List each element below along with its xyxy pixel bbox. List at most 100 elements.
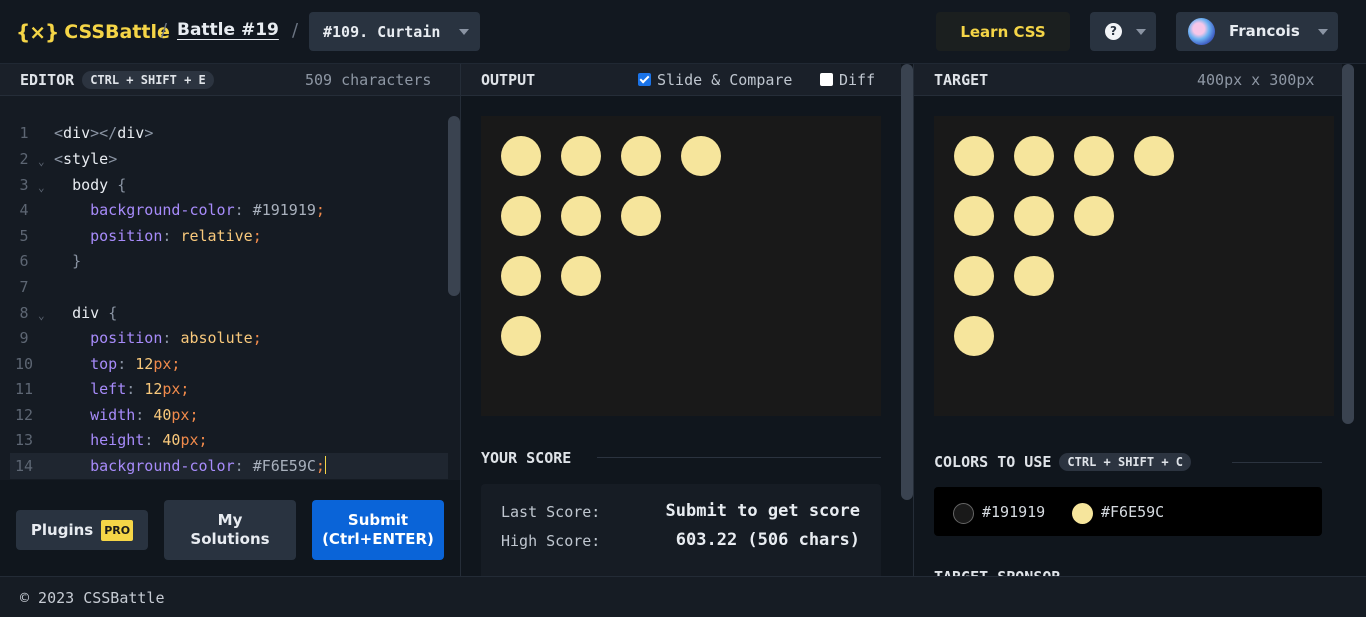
circle	[501, 196, 541, 236]
battle-link[interactable]: Battle #19	[177, 20, 279, 40]
output-panel: YOUR SCORE Last Score: Submit to get sco…	[461, 96, 901, 576]
slide-compare-checkbox[interactable]	[638, 72, 651, 86]
editor-title: EDITOR	[20, 70, 75, 89]
target-canvas	[934, 116, 1334, 416]
line-number: 6	[19, 252, 29, 270]
last-score-value: Submit to get score	[665, 501, 860, 521]
target-select-dropdown[interactable]: #109. Curtain	[309, 12, 480, 51]
circle	[1134, 136, 1174, 176]
circle	[954, 196, 994, 236]
target-title: TARGET	[934, 70, 989, 89]
plugins-label: Plugins	[30, 520, 94, 539]
editor-actions: Plugins PRO My Solutions Submit (Ctrl+EN…	[0, 480, 460, 576]
help-icon: ?	[1105, 23, 1122, 40]
high-score-label: High Score:	[501, 532, 601, 550]
code-line: 11 left: 12px;	[0, 376, 448, 402]
my-solutions-button[interactable]: My Solutions	[164, 500, 296, 560]
color-code[interactable]: #F6E59C	[1101, 503, 1164, 521]
learn-css-button[interactable]: Learn CSS	[936, 12, 1070, 51]
editor-shortcut-badge: CTRL + SHIFT + E	[82, 70, 214, 89]
logo-mark-icon: {⨯}	[16, 20, 59, 44]
line-number: 11	[14, 380, 34, 398]
output-canvas[interactable]	[481, 116, 881, 416]
colors-title: COLORS TO USE CTRL + SHIFT + C	[934, 453, 1191, 471]
color-palette: #191919 #F6E59C	[934, 487, 1322, 536]
circle	[954, 136, 994, 176]
code-line: 8 ⌄ div {	[0, 300, 448, 326]
circle	[501, 256, 541, 296]
copyright: © 2023 CSSBattle	[20, 589, 165, 607]
circle	[561, 256, 601, 296]
target-select-label: #109. Curtain	[323, 22, 441, 41]
last-score-label: Last Score:	[501, 503, 601, 521]
output-title: OUTPUT	[481, 70, 536, 89]
editor-scrollbar[interactable]	[448, 116, 460, 296]
color-code[interactable]: #191919	[982, 503, 1045, 521]
breadcrumb-separator: /	[161, 20, 168, 41]
avatar	[1188, 18, 1215, 45]
circle	[501, 136, 541, 176]
text-cursor	[324, 456, 326, 474]
circle	[501, 316, 541, 356]
code-line-active: 14 background-color: #F6E59C;	[10, 453, 448, 479]
circle	[681, 136, 721, 176]
line-number: 8	[19, 304, 29, 322]
circle	[954, 256, 994, 296]
code-editor[interactable]: 1 <div></div> 2 ⌄ <style> 3 ⌄ body { 4 backg…	[0, 96, 460, 480]
line-number: 12	[14, 406, 34, 424]
top-bar: {⨯} CSSBattle / Battle #19 / #109. Curta…	[0, 0, 1366, 64]
code-line: 9 position: absolute;	[0, 325, 448, 351]
cssbattle-logo[interactable]: {⨯} CSSBattle	[16, 18, 170, 46]
color-swatch[interactable]	[953, 503, 974, 524]
score-panel: Last Score: Submit to get score High Sco…	[481, 484, 881, 576]
code-line: 4 background-color: #191919;	[0, 197, 448, 223]
code-line: 5 position: relative;	[0, 223, 448, 249]
line-number: 2	[19, 150, 29, 168]
submit-button[interactable]: Submit (Ctrl+ENTER)	[312, 500, 444, 560]
divider	[597, 457, 881, 458]
line-number: 3	[19, 176, 29, 194]
plugins-button[interactable]: Plugins PRO	[16, 510, 148, 550]
code-line: 7	[0, 274, 448, 300]
circle	[1074, 196, 1114, 236]
target-size-label: 400px x 300px	[1197, 70, 1315, 89]
target-header: TARGET 400px x 300px	[914, 64, 1342, 96]
circle	[561, 196, 601, 236]
line-number: 10	[14, 355, 34, 373]
line-number: 13	[14, 431, 34, 449]
circle	[1014, 196, 1054, 236]
sponsor-title: TARGET SPONSOR	[934, 568, 1060, 576]
high-score-value: 603.22 (506 chars)	[675, 530, 860, 550]
line-number: 7	[19, 278, 29, 296]
chevron-down-icon	[459, 29, 469, 35]
code-line: 3 ⌄ body {	[0, 172, 448, 198]
circle	[621, 136, 661, 176]
slide-compare-toggle[interactable]: Slide & Compare	[638, 71, 792, 89]
help-menu-button[interactable]: ?	[1090, 12, 1156, 51]
circle	[1014, 256, 1054, 296]
code-line: 6 }	[0, 248, 448, 274]
line-number: 9	[19, 329, 29, 347]
color-swatch[interactable]	[1072, 503, 1093, 524]
user-name: Francois	[1229, 22, 1300, 40]
line-number: 1	[19, 124, 29, 142]
circle	[954, 316, 994, 356]
line-number: 14	[14, 457, 34, 475]
diff-checkbox[interactable]	[820, 72, 833, 86]
line-number: 5	[19, 227, 29, 245]
breadcrumb-separator: /	[292, 20, 299, 41]
diff-toggle[interactable]: Diff	[820, 71, 875, 89]
pro-badge: PRO	[101, 519, 134, 541]
user-menu-button[interactable]: Francois	[1176, 12, 1338, 51]
target-scrollbar[interactable]	[1342, 64, 1354, 424]
chevron-down-icon	[1136, 29, 1146, 35]
circle	[621, 196, 661, 236]
target-panel: COLORS TO USE CTRL + SHIFT + C #191919 #…	[914, 96, 1342, 576]
code-line: 12 width: 40px;	[0, 402, 448, 428]
line-number: 4	[19, 201, 29, 219]
score-title: YOUR SCORE	[481, 449, 572, 467]
code-line: 2 ⌄ <style>	[0, 146, 448, 172]
output-scrollbar[interactable]	[901, 64, 913, 500]
circle	[1074, 136, 1114, 176]
logo-text: CSSBattle	[64, 21, 170, 43]
